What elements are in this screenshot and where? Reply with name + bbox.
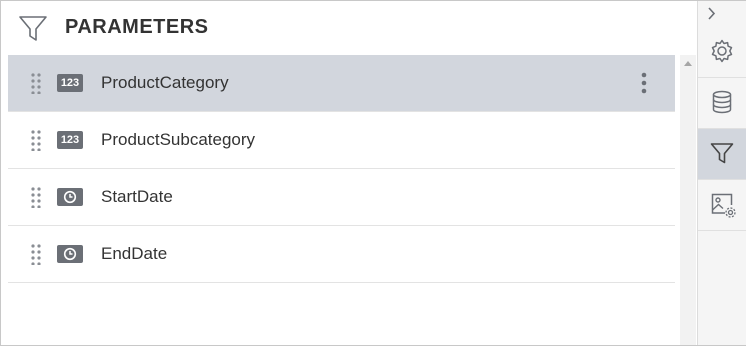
- drag-handle-icon[interactable]: [31, 243, 41, 265]
- panel-header: PARAMETERS: [1, 1, 696, 55]
- filter-icon: [19, 16, 47, 41]
- parameter-row-productsubcategory[interactable]: 123 ProductSubcategory: [8, 112, 675, 169]
- chevron-right-icon: [708, 7, 716, 20]
- parameter-row-enddate[interactable]: EndDate: [8, 226, 675, 283]
- parameter-name: ProductCategory: [101, 73, 229, 92]
- database-icon: [712, 90, 732, 114]
- parameters-panel: PARAMETERS 123 ProductCategory 123 Produ…: [0, 0, 746, 346]
- collapse-button[interactable]: [698, 1, 746, 27]
- datetime-type-icon: [57, 245, 83, 263]
- drag-handle-icon[interactable]: [31, 186, 41, 208]
- side-toolbar: [697, 1, 746, 345]
- parameter-name: EndDate: [101, 244, 168, 263]
- parameter-name: ProductSubcategory: [101, 130, 256, 149]
- number-type-icon: 123: [57, 74, 83, 92]
- parameter-name: StartDate: [101, 187, 173, 206]
- number-type-icon: 123: [57, 131, 83, 149]
- image-settings-icon: [711, 193, 736, 218]
- drag-handle-icon[interactable]: [31, 72, 41, 94]
- parameter-list: 123 ProductCategory 123 ProductSubcatego…: [8, 55, 675, 283]
- tab-properties[interactable]: [698, 27, 746, 78]
- parameter-row-startdate[interactable]: StartDate: [8, 169, 675, 226]
- datetime-type-icon: [57, 188, 83, 206]
- gear-icon: [711, 39, 733, 63]
- parameter-row-productcategory[interactable]: 123 ProductCategory: [8, 55, 675, 112]
- tab-parameters[interactable]: [698, 129, 746, 180]
- filter-icon: [710, 143, 734, 164]
- more-options-icon[interactable]: [638, 71, 650, 95]
- panel-title: PARAMETERS: [65, 16, 209, 38]
- drag-handle-icon[interactable]: [31, 129, 41, 151]
- tab-image-settings[interactable]: [698, 180, 746, 231]
- tab-data[interactable]: [698, 78, 746, 129]
- scroll-up-arrow-icon[interactable]: [684, 61, 692, 66]
- scrollbar[interactable]: [680, 55, 696, 345]
